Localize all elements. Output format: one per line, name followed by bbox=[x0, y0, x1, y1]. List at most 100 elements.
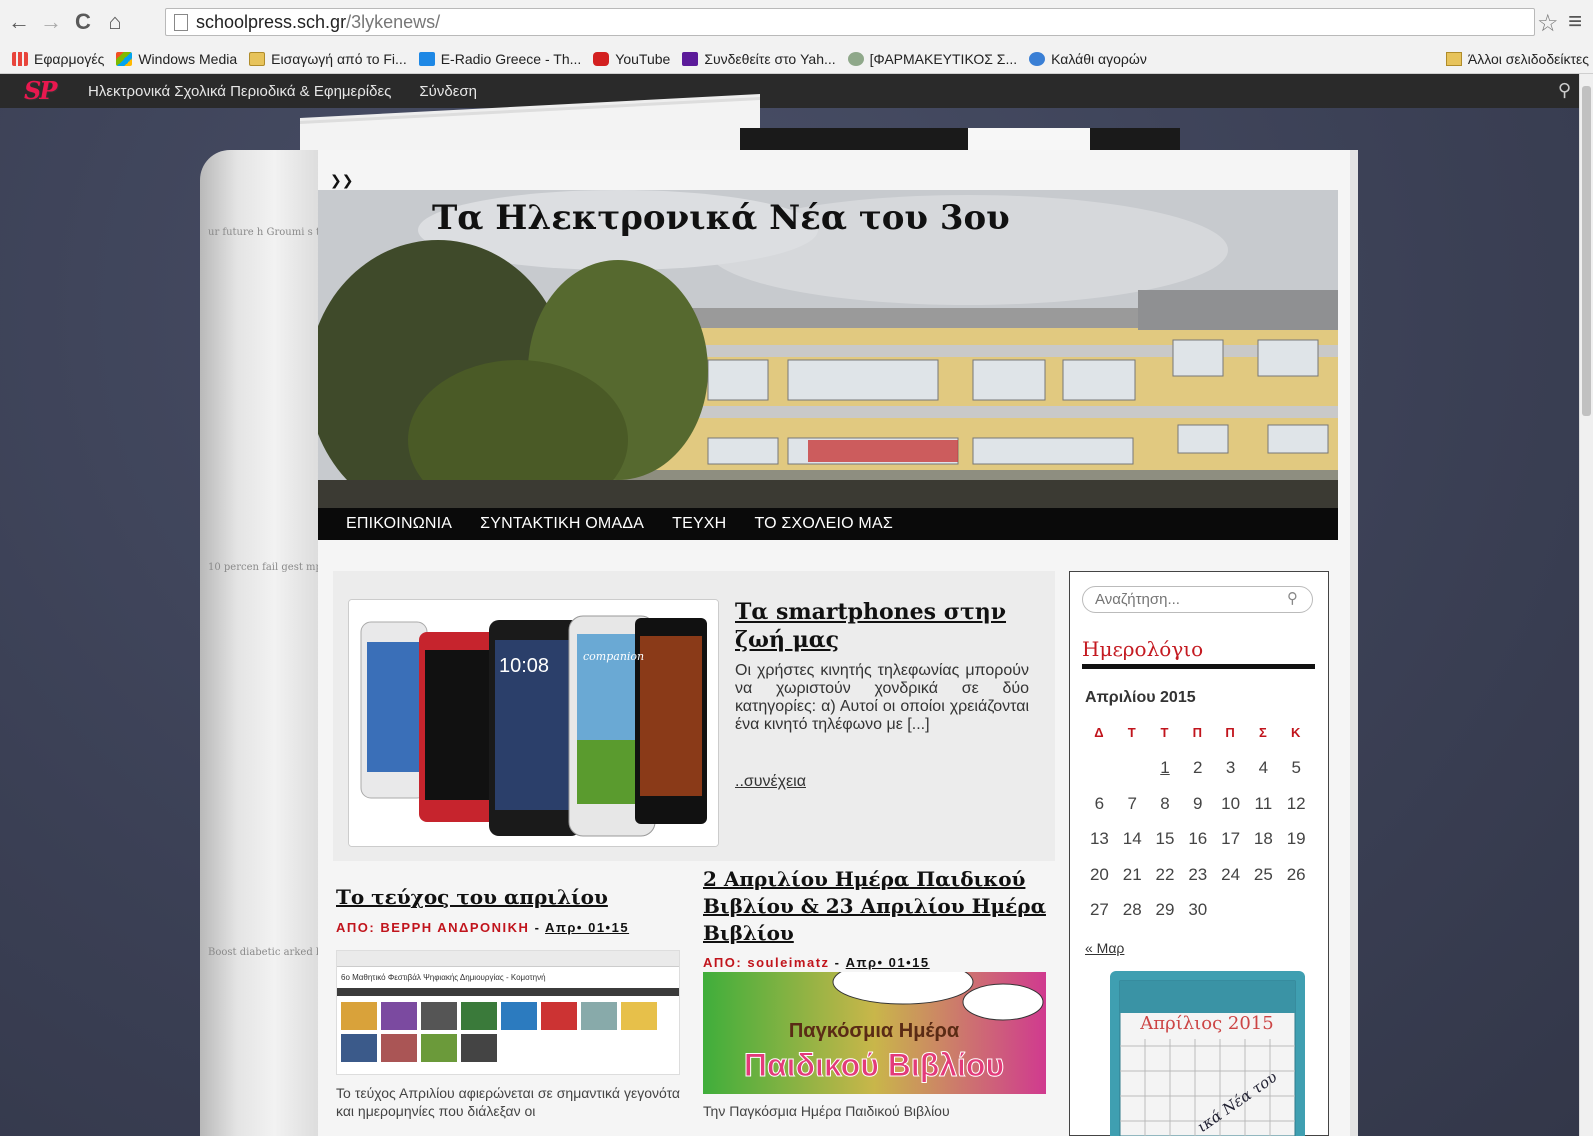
bookmark-pharmacy[interactable]: [ΦΑΡΜΑΚΕΥΤΙΚΟΣ Σ... bbox=[847, 51, 1017, 67]
reload-icon[interactable]: C bbox=[70, 9, 96, 35]
post-author[interactable]: souleimatz bbox=[747, 955, 829, 970]
weekday: Π bbox=[1225, 725, 1236, 740]
sp-logo[interactable]: SP bbox=[24, 77, 60, 105]
scrollbar-thumb[interactable] bbox=[1582, 86, 1591, 416]
folder-icon bbox=[249, 51, 266, 66]
divider bbox=[1082, 664, 1315, 669]
home-icon[interactable]: ⌂ bbox=[102, 9, 128, 35]
scrollbar[interactable] bbox=[1579, 74, 1593, 1136]
bookmark-yahoo[interactable]: Συνδεθείτε στο Yah... bbox=[682, 51, 836, 67]
windows-media-icon bbox=[116, 51, 133, 66]
featured-excerpt: Οι χρήστες κινητής τηλεφωνίας μπορούν να… bbox=[735, 662, 1029, 733]
read-more-link[interactable]: ..συνέχεια bbox=[735, 773, 806, 791]
back-icon[interactable]: ← bbox=[6, 9, 32, 35]
calendar-day: 10 bbox=[1221, 793, 1241, 813]
calendar-day: 25 bbox=[1253, 864, 1273, 884]
post-meta: ΑΠΟ: souleimatz - Απρ• 01•15 bbox=[703, 955, 930, 970]
phone-brand-text: companion bbox=[583, 650, 644, 663]
calendar-day: 5 bbox=[1291, 758, 1301, 777]
calendar-heading: Ημερολόγιο bbox=[1082, 637, 1204, 661]
forward-icon[interactable]: → bbox=[38, 9, 64, 35]
calendar-caption: Απριλίου 2015 bbox=[1085, 689, 1196, 706]
calendar-week: 27 28 29 30 bbox=[1083, 900, 1313, 936]
calendar-day: 6 bbox=[1094, 793, 1105, 813]
banner-line2: Παιδικού Βιβλίου bbox=[744, 1047, 1004, 1083]
apps-icon bbox=[12, 51, 28, 66]
calendar-day: 19 bbox=[1286, 829, 1306, 848]
calendar-day: 12 bbox=[1286, 793, 1306, 813]
admin-bar: SP Ηλεκτρονικά Σχολικά Περιοδικά & Εφημε… bbox=[0, 74, 1593, 108]
calendar-day: 24 bbox=[1221, 864, 1241, 884]
site-title[interactable]: Τα Ηλεκτρονικά Νέα του 3ου bbox=[432, 198, 1010, 238]
calendar-day: 29 bbox=[1155, 900, 1175, 919]
bookmark-apps[interactable]: Εφαρμογές bbox=[12, 51, 104, 67]
nav-issues[interactable]: ΤΕΥΧΗ bbox=[672, 515, 726, 533]
bookmark-label: YouTube bbox=[615, 50, 671, 67]
post-thumbnail[interactable]: 6ο Μαθητικό Φεστιβάλ Ψηφιακής Δημιουργία… bbox=[336, 950, 680, 1075]
post-excerpt: Την Παγκόσμια Ημέρα Παιδικού Βιβλίου bbox=[703, 1103, 950, 1119]
nav-contact[interactable]: ΕΠΙΚΟΙΝΩΝΙΑ bbox=[346, 515, 452, 533]
calendar-day: 3 bbox=[1225, 758, 1236, 777]
book-day-banner: Παγκόσμια Ημέρα Παιδικού Βιβλίου bbox=[703, 972, 1046, 1094]
url-host: schoolpress.sch.gr bbox=[196, 11, 347, 32]
yahoo-icon bbox=[682, 51, 699, 66]
featured-title[interactable]: Τα smartphones στην ζωή μας bbox=[735, 598, 1035, 654]
calendar-day: 28 bbox=[1122, 900, 1142, 919]
page-icon bbox=[174, 13, 188, 31]
post-title[interactable]: 2 Απριλίου Ημέρα Παιδικού Βιβλίου & 23 Α… bbox=[703, 866, 1048, 947]
eradio-icon bbox=[418, 51, 435, 66]
post-by-label: ΑΠΟ: bbox=[336, 920, 376, 935]
bookmarks-bar: Εφαρμογές Windows Media Εισαγωγή από το … bbox=[0, 44, 1593, 74]
calendar-day: 20 bbox=[1089, 864, 1109, 884]
calendar-day: 23 bbox=[1188, 864, 1208, 884]
thumb-nav bbox=[337, 988, 679, 996]
search-input[interactable] bbox=[1082, 586, 1313, 613]
post-date[interactable]: Απρ• 01•15 bbox=[846, 955, 930, 970]
calendar-day bbox=[1083, 758, 1116, 794]
weekday: Κ bbox=[1290, 725, 1302, 740]
curl-decor-text: 10 percen fail gest mpaia, rth low birth… bbox=[208, 562, 318, 573]
menu-icon[interactable]: ≡ bbox=[1568, 8, 1582, 36]
calendar-day: 2 bbox=[1193, 758, 1203, 777]
admin-site-link[interactable]: Ηλεκτρονικά Σχολικά Περιοδικά & Εφημερίδ… bbox=[88, 83, 391, 100]
rss-icon[interactable]: ❯❯ bbox=[330, 172, 353, 189]
calendar-prev-link[interactable]: « Μαρ bbox=[1085, 940, 1124, 956]
calendar-week: 12 3 4 5 bbox=[1083, 758, 1313, 794]
admin-login-link[interactable]: Σύνδεση bbox=[419, 83, 477, 100]
calendar-day: 15 bbox=[1155, 829, 1175, 848]
bookmark-label: Καλάθι αγορών bbox=[1051, 50, 1147, 67]
bookmark-cart[interactable]: Καλάθι αγορών bbox=[1029, 51, 1147, 67]
calendar-image-widget[interactable]: Απρίλιος 2015 ικά Νέα του bbox=[1110, 971, 1305, 1136]
address-bar[interactable]: schoolpress.sch.gr/3lykenews/ bbox=[165, 8, 1535, 36]
nav-editorial-team[interactable]: ΣΥΝΤΑΚΤΙΚΗ ΟΜΑΔΑ bbox=[480, 515, 644, 533]
url-path: /3lykenews/ bbox=[346, 11, 441, 32]
calendar-day bbox=[1214, 900, 1247, 936]
bookmark-other-folder[interactable]: Άλλοι σελιδοδείκτες bbox=[1445, 44, 1593, 73]
post-excerpt: Το τεύχος Απριλίου αφιερώνεται σε σημαντ… bbox=[336, 1085, 680, 1119]
calendar-day: 14 bbox=[1122, 829, 1142, 848]
banner-line1: Παγκόσμια Ημέρα bbox=[789, 1020, 960, 1042]
post-date[interactable]: Απρ• 01•15 bbox=[545, 920, 629, 935]
nav-our-school[interactable]: ΤΟ ΣΧΟΛΕΙΟ ΜΑΣ bbox=[754, 515, 892, 533]
bookmark-label: Εισαγωγή από το Fi... bbox=[271, 50, 407, 67]
search-icon[interactable]: ⚲ bbox=[1558, 80, 1571, 101]
post-image[interactable]: Παγκόσμια Ημέρα Παιδικού Βιβλίου bbox=[703, 972, 1046, 1094]
weekday: Τ bbox=[1127, 725, 1137, 740]
curl-decor-text: ur future h Groumi s that you're at preg… bbox=[208, 227, 318, 238]
weekday: Π bbox=[1192, 725, 1203, 740]
featured-thumbnail[interactable]: 10:08 companion bbox=[348, 599, 719, 847]
calendar-day: 27 bbox=[1089, 900, 1109, 919]
search-icon[interactable]: ⚲ bbox=[1287, 589, 1298, 607]
calendar-day: 21 bbox=[1122, 864, 1142, 884]
calendar-day: 26 bbox=[1286, 864, 1306, 884]
bookmark-eradio[interactable]: E-Radio Greece - Th... bbox=[418, 51, 581, 67]
calendar-day[interactable]: 1 bbox=[1149, 758, 1182, 794]
bookmark-youtube[interactable]: YouTube bbox=[593, 51, 670, 67]
bookmark-star-icon[interactable]: ☆ bbox=[1537, 9, 1559, 38]
post-author[interactable]: ΒΕΡΡΗ ΑΝΔΡΟΝΙΚΗ bbox=[380, 920, 529, 935]
bookmark-import[interactable]: Εισαγωγή από το Fi... bbox=[249, 51, 407, 67]
calendar-day: 8 bbox=[1160, 793, 1170, 813]
bookmark-windows-media[interactable]: Windows Media bbox=[116, 51, 237, 67]
post-title[interactable]: Το τεύχος του απριλίου bbox=[336, 884, 666, 911]
calendar-week: 13 14 15 16 17 18 19 bbox=[1083, 829, 1313, 865]
